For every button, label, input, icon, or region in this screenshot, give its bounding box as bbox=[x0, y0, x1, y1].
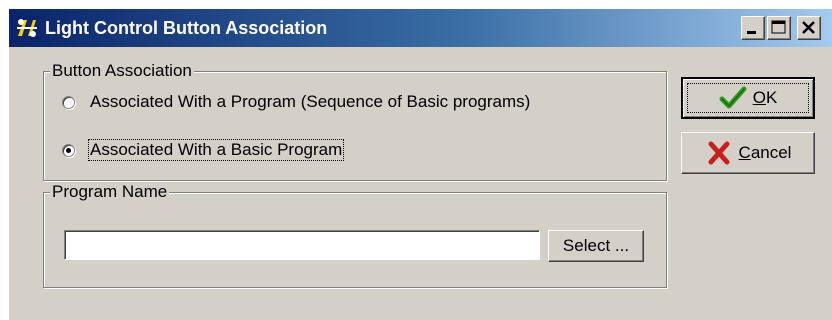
radio-selected-dot bbox=[66, 147, 71, 153]
cancel-button-label: Cancel bbox=[738, 143, 792, 162]
cancel-button[interactable]: Cancel bbox=[681, 132, 815, 174]
x-icon bbox=[708, 141, 730, 165]
minimize-button[interactable] bbox=[741, 16, 765, 40]
window-title: Light Control Button Association bbox=[45, 18, 328, 38]
radio-label-basic-program[interactable]: Associated With a Basic Program bbox=[87, 139, 345, 161]
select-button[interactable]: Select ... bbox=[548, 230, 644, 262]
ok-button[interactable]: OK bbox=[681, 77, 815, 119]
dialog-window: Light Control Button Association Button … bbox=[8, 8, 832, 320]
maximize-icon bbox=[771, 20, 786, 34]
maximize-button[interactable] bbox=[767, 16, 791, 40]
program-name-group: Program Name Select ... bbox=[43, 182, 667, 288]
close-button[interactable] bbox=[797, 16, 821, 40]
button-association-group: Button Association Associated With a Pro… bbox=[43, 61, 667, 181]
button-association-legend: Button Association bbox=[50, 61, 194, 81]
radio-button-basic-program[interactable] bbox=[62, 143, 75, 157]
title-bar[interactable]: Light Control Button Association bbox=[9, 9, 832, 47]
minimize-icon bbox=[747, 31, 756, 34]
radio-option-basic-program[interactable]: Associated With a Basic Program bbox=[62, 138, 345, 162]
select-button-label: Select ... bbox=[562, 236, 630, 255]
app-logo-icon bbox=[15, 16, 39, 40]
radio-button-program-sequence[interactable] bbox=[62, 95, 75, 109]
program-name-input[interactable] bbox=[64, 230, 540, 260]
radio-label-program-sequence[interactable]: Associated With a Program (Sequence of B… bbox=[89, 92, 531, 112]
close-icon bbox=[802, 21, 815, 34]
focus-ring bbox=[687, 83, 809, 113]
program-name-legend: Program Name bbox=[50, 182, 170, 202]
radio-option-program-sequence[interactable]: Associated With a Program (Sequence of B… bbox=[62, 90, 531, 114]
